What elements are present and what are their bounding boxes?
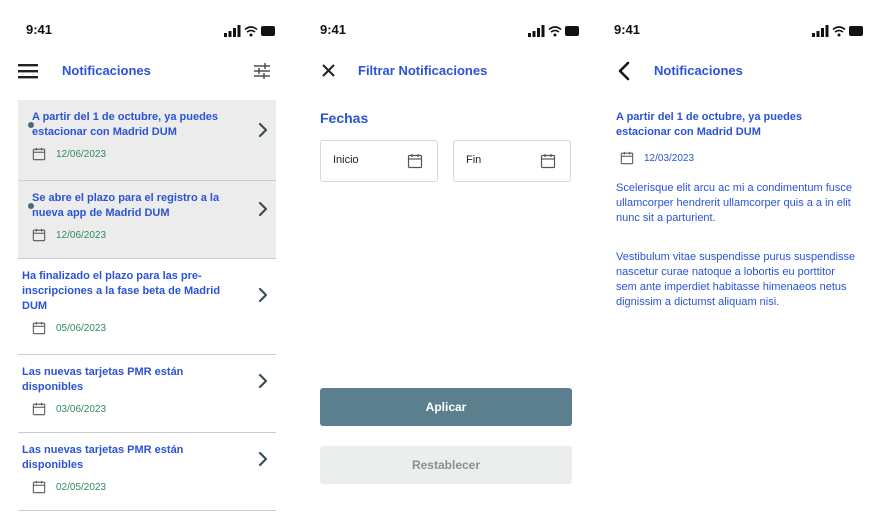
- list-item[interactable]: Las nuevas tarjetas PMR están disponible…: [18, 355, 276, 433]
- app-bar: Notificaciones: [606, 58, 864, 86]
- calendar-icon: [32, 480, 46, 494]
- close-icon[interactable]: [318, 60, 340, 82]
- status-bar: 9:41: [312, 22, 580, 42]
- calendar-icon: [32, 147, 46, 161]
- notification-title: Ha finalizado el plazo para las pre-insc…: [22, 270, 221, 312]
- status-time: 9:41: [614, 22, 641, 37]
- status-icons: [224, 25, 276, 37]
- notification-detail-screen: 9:41 Notificaciones A partir del 1 de oc…: [606, 0, 864, 514]
- section-title-dates: Fechas: [320, 110, 369, 126]
- chevron-right-icon[interactable]: [258, 201, 268, 217]
- status-bar: 9:41: [606, 22, 864, 42]
- page-title: Filtrar Notificaciones: [358, 63, 488, 78]
- end-date-label: Fin: [466, 154, 482, 166]
- notification-date: 02/05/2023: [56, 482, 107, 493]
- app-bar: Filtrar Notificaciones: [312, 58, 580, 86]
- notification-date: 12/06/2023: [56, 230, 107, 241]
- notifications-list-screen: 9:41 Notificaciones A partir del 1 de oc…: [18, 0, 276, 514]
- chevron-right-icon[interactable]: [258, 122, 268, 138]
- notification-date: 12/03/2023: [644, 153, 695, 164]
- notification-date-row: 12/06/2023: [22, 146, 242, 164]
- list-item[interactable]: Ha finalizado el plazo para las pre-insc…: [18, 259, 276, 355]
- filter-sliders-icon[interactable]: [252, 60, 272, 82]
- notification-title: A partir del 1 de octubre, ya puedes est…: [616, 111, 803, 138]
- chevron-right-icon[interactable]: [258, 373, 268, 389]
- filter-notifications-screen: 9:41 Filtrar Notificaciones Fechas Inici…: [312, 0, 580, 514]
- hamburger-menu-icon[interactable]: [18, 60, 40, 82]
- notification-title: Las nuevas tarjetas PMR están disponible…: [22, 444, 184, 471]
- notification-date-row: 03/06/2023: [22, 401, 242, 419]
- calendar-icon[interactable]: [407, 153, 423, 169]
- reset-button[interactable]: Restablecer: [320, 446, 572, 484]
- start-date-field[interactable]: Inicio: [320, 140, 438, 182]
- status-bar: 9:41: [18, 22, 276, 42]
- list-item[interactable]: Las nuevas tarjetas PMR están disponible…: [18, 433, 276, 511]
- status-time: 9:41: [26, 22, 53, 37]
- start-date-label: Inicio: [333, 154, 359, 166]
- notification-title: Las nuevas tarjetas PMR están disponible…: [22, 366, 184, 393]
- calendar-icon: [32, 228, 46, 242]
- apply-button[interactable]: Aplicar: [320, 388, 572, 426]
- list-item[interactable]: A partir del 1 de octubre, ya puedes est…: [18, 100, 276, 181]
- notification-date: 03/06/2023: [56, 404, 107, 415]
- status-time: 9:41: [320, 22, 347, 37]
- notification-body-paragraph: Vestibulum vitae suspendisse purus suspe…: [616, 251, 856, 308]
- unread-dot: [28, 203, 34, 209]
- notification-title: A partir del 1 de octubre, ya puedes est…: [32, 111, 219, 138]
- status-icons: [812, 25, 864, 37]
- unread-dot: [28, 122, 34, 128]
- list-item[interactable]: Se abre el plazo para el registro a la n…: [18, 181, 276, 259]
- notification-date-row: 12/06/2023: [22, 227, 242, 245]
- page-title: Notificaciones: [62, 63, 151, 78]
- notification-title: Se abre el plazo para el registro a la n…: [32, 192, 220, 219]
- chevron-left-icon[interactable]: [614, 60, 636, 82]
- calendar-icon: [620, 151, 634, 165]
- calendar-icon: [32, 321, 46, 335]
- notification-date: 12/06/2023: [56, 149, 107, 160]
- chevron-right-icon[interactable]: [258, 451, 268, 467]
- notification-date-row: 12/03/2023: [616, 150, 816, 168]
- status-icons: [528, 25, 580, 37]
- notification-list: A partir del 1 de octubre, ya puedes est…: [18, 100, 276, 511]
- end-date-field[interactable]: Fin: [453, 140, 571, 182]
- chevron-right-icon[interactable]: [258, 287, 268, 303]
- page-title: Notificaciones: [654, 63, 743, 78]
- calendar-icon: [32, 402, 46, 416]
- notification-date-row: 02/05/2023: [22, 479, 242, 497]
- app-bar: Notificaciones: [18, 58, 276, 86]
- notification-body-paragraph: Scelerisque elit arcu ac mi a condimentu…: [616, 182, 852, 224]
- notification-date: 05/06/2023: [56, 323, 107, 334]
- calendar-icon[interactable]: [540, 153, 556, 169]
- notification-date-row: 05/06/2023: [22, 320, 242, 338]
